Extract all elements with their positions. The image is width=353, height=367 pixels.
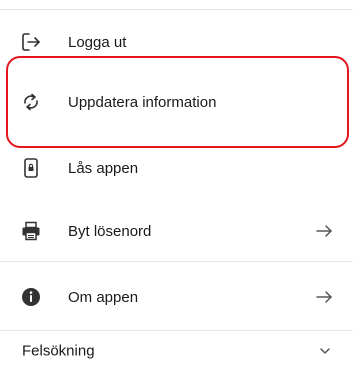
menu-item-label: Byt lösenord: [68, 222, 152, 240]
divider: [0, 261, 353, 262]
refresh-icon: [20, 91, 42, 113]
chevron-down-icon[interactable]: [317, 343, 333, 359]
top-divider: [0, 0, 353, 10]
menu-item-label: Logga ut: [68, 33, 127, 51]
menu-item-change-password[interactable]: Byt lösenord: [0, 211, 353, 251]
menu-item-label: Om appen: [68, 288, 139, 306]
troubleshooting-section[interactable]: Felsökning: [0, 334, 353, 367]
menu-item-label: Lås appen: [68, 159, 139, 177]
arrow-right-icon: [315, 288, 333, 306]
logout-icon: [20, 31, 42, 53]
divider: [0, 330, 353, 331]
printer-icon: [20, 220, 42, 242]
info-icon: [20, 286, 42, 308]
menu-item-about[interactable]: Om appen: [0, 277, 353, 317]
lock-phone-icon: [20, 157, 42, 179]
menu-item-lock-app[interactable]: Lås appen: [0, 148, 353, 188]
arrow-right-icon: [315, 222, 333, 240]
menu-item-refresh[interactable]: Uppdatera information: [0, 82, 353, 122]
menu-item-label: Uppdatera information: [68, 93, 217, 111]
section-label: Felsökning: [22, 342, 95, 359]
